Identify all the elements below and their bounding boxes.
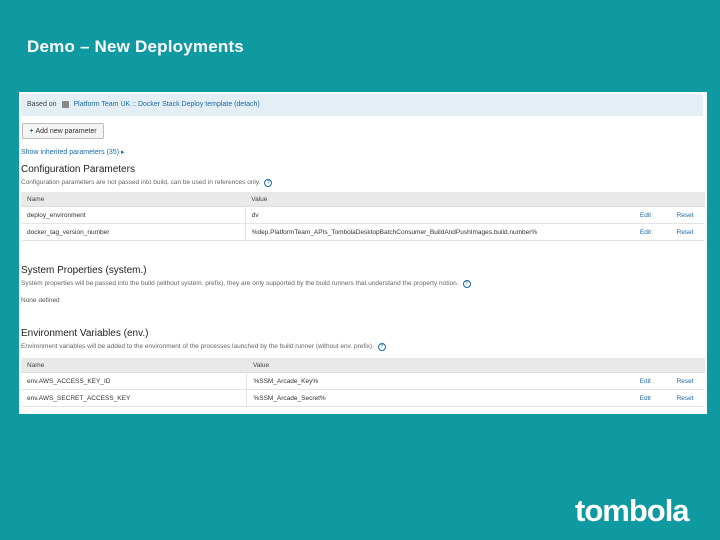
config-params-description-text: Configuration parameters are not passed … [21,179,261,186]
reset-link[interactable]: Reset [665,372,705,390]
env-vars-title: Environment Variables (env.) [21,328,149,339]
column-header-edit [625,358,666,373]
based-on-label: Based on [27,101,57,108]
env-vars-description-text: Environment variables will be added to t… [21,343,374,350]
table-row: env.AWS_ACCESS_KEY_ID %SSM_Arcade_Key% E… [21,372,705,390]
env-vars-description: Environment variables will be added to t… [21,343,386,351]
param-value[interactable]: %SSM_Arcade_Key% [246,372,626,390]
plus-icon: + [29,128,34,135]
help-icon[interactable]: ? [462,280,471,288]
help-icon[interactable]: ? [264,179,273,187]
tombola-logo: tombola [575,493,690,528]
table-row: env.AWS_SECRET_ACCESS_KEY %SSM_Arcade_Se… [21,389,705,407]
config-params-title: Configuration Parameters [21,164,135,175]
column-header-reset [665,358,705,373]
show-inherited-link[interactable]: Show inherited parameters (35) ▸ [21,148,125,156]
slide-title: Demo – New Deployments [27,37,244,56]
column-header-value: Value [246,358,626,373]
detach-link[interactable]: (detach) [234,101,260,108]
edit-link[interactable]: Edit [625,206,666,224]
system-props-description-text: System properties will be passed into th… [21,280,459,287]
reset-link[interactable]: Reset [665,206,705,224]
param-value[interactable]: %SSM_Arcade_Secret% [246,389,626,407]
column-header-reset [665,192,705,207]
edit-link[interactable]: Edit [625,372,666,390]
edit-link[interactable]: Edit [625,389,666,407]
param-value[interactable]: dv [245,206,626,224]
system-props-none: None defined [21,297,60,304]
table-row: deploy_environment dv Edit Reset [21,206,705,224]
template-icon [61,100,69,108]
param-name[interactable]: docker_tag_version_number [21,223,246,241]
param-name[interactable]: env.AWS_SECRET_ACCESS_KEY [21,389,248,407]
project-link[interactable]: Platform Team UK [74,101,131,108]
param-name[interactable]: env.AWS_ACCESS_KEY_ID [21,372,248,390]
add-parameter-label: Add new parameter [35,128,97,135]
config-params-description: Configuration parameters are not passed … [21,179,273,187]
env-vars-table: Name Value env.AWS_ACCESS_KEY_ID %SSM_Ar… [21,358,705,407]
column-header-value: Value [245,192,626,207]
config-params-table: Name Value deploy_environment dv Edit Re… [21,192,705,241]
column-header-name: Name [21,192,246,207]
table-row: docker_tag_version_number %dep.PlatformT… [21,223,705,241]
column-header-edit [625,192,666,207]
teamcity-parameters-screenshot: Based on Platform Team UK :: Docker Stac… [19,92,707,414]
reset-link[interactable]: Reset [665,389,705,407]
add-parameter-button[interactable]: + Add new parameter [22,123,104,139]
template-link[interactable]: Docker Stack Deploy template [138,101,232,108]
based-on-bar: Based on Platform Team UK :: Docker Stac… [21,94,703,116]
help-icon[interactable]: ? [377,343,386,351]
system-props-description: System properties will be passed into th… [21,280,471,288]
system-props-title: System Properties (system.) [21,265,147,276]
column-header-name: Name [21,358,247,373]
param-value[interactable]: %dep.PlatformTeam_APIs_TombolaDesktopBat… [245,223,626,241]
breadcrumb-separator: :: [132,101,137,108]
reset-link[interactable]: Reset [665,223,705,241]
param-name[interactable]: deploy_environment [21,206,246,224]
edit-link[interactable]: Edit [625,223,666,241]
